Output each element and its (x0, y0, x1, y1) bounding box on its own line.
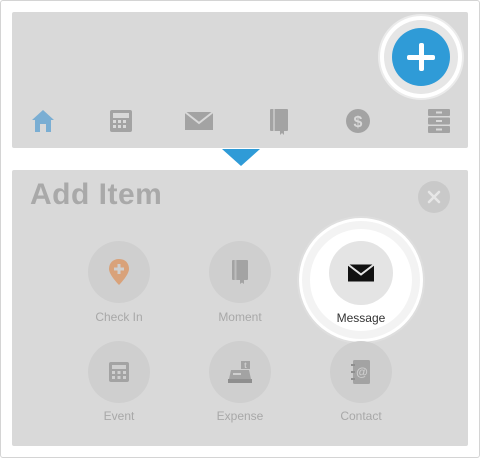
cabinet-icon (428, 109, 450, 133)
expense-label: Expense (216, 409, 264, 423)
svg-text:t: t (244, 361, 247, 370)
svg-text:@: @ (356, 365, 368, 379)
event-label: Event (103, 409, 135, 423)
plus-icon (407, 43, 435, 71)
contact-button[interactable]: @ (330, 341, 392, 403)
envelope-icon (184, 111, 214, 130)
moment-label: Moment (218, 310, 262, 324)
envelope-icon (347, 263, 375, 282)
book-icon (232, 260, 248, 284)
nav-moments[interactable] (264, 106, 294, 136)
contact-label: Contact (340, 409, 382, 423)
event-button[interactable] (88, 341, 150, 403)
moment-button[interactable] (209, 241, 271, 303)
nav-messages[interactable] (184, 106, 214, 136)
nav-home[interactable] (28, 106, 58, 136)
panel-pointer (222, 149, 260, 166)
close-icon (427, 190, 441, 204)
address-book-icon: @ (351, 360, 370, 384)
calculator-icon (110, 110, 132, 132)
check-in-button[interactable] (88, 241, 150, 303)
panel-title: Add Item (30, 178, 163, 211)
message-button[interactable] (329, 241, 393, 305)
location-pin-icon (109, 259, 129, 285)
svg-text:$: $ (354, 114, 363, 131)
expense-button[interactable]: t (209, 341, 271, 403)
nav-expenses[interactable]: $ (343, 106, 373, 136)
nav-files[interactable] (424, 106, 454, 136)
calculator-icon (109, 362, 129, 382)
close-button[interactable] (418, 181, 450, 213)
book-icon (270, 109, 288, 135)
message-label: Message (336, 311, 386, 325)
nav-calculator[interactable] (106, 106, 136, 136)
check-in-label: Check In (95, 310, 143, 324)
add-button[interactable] (392, 28, 450, 86)
cash-register-icon: t (228, 361, 252, 383)
home-icon (32, 110, 54, 132)
dollar-icon: $ (346, 109, 370, 133)
